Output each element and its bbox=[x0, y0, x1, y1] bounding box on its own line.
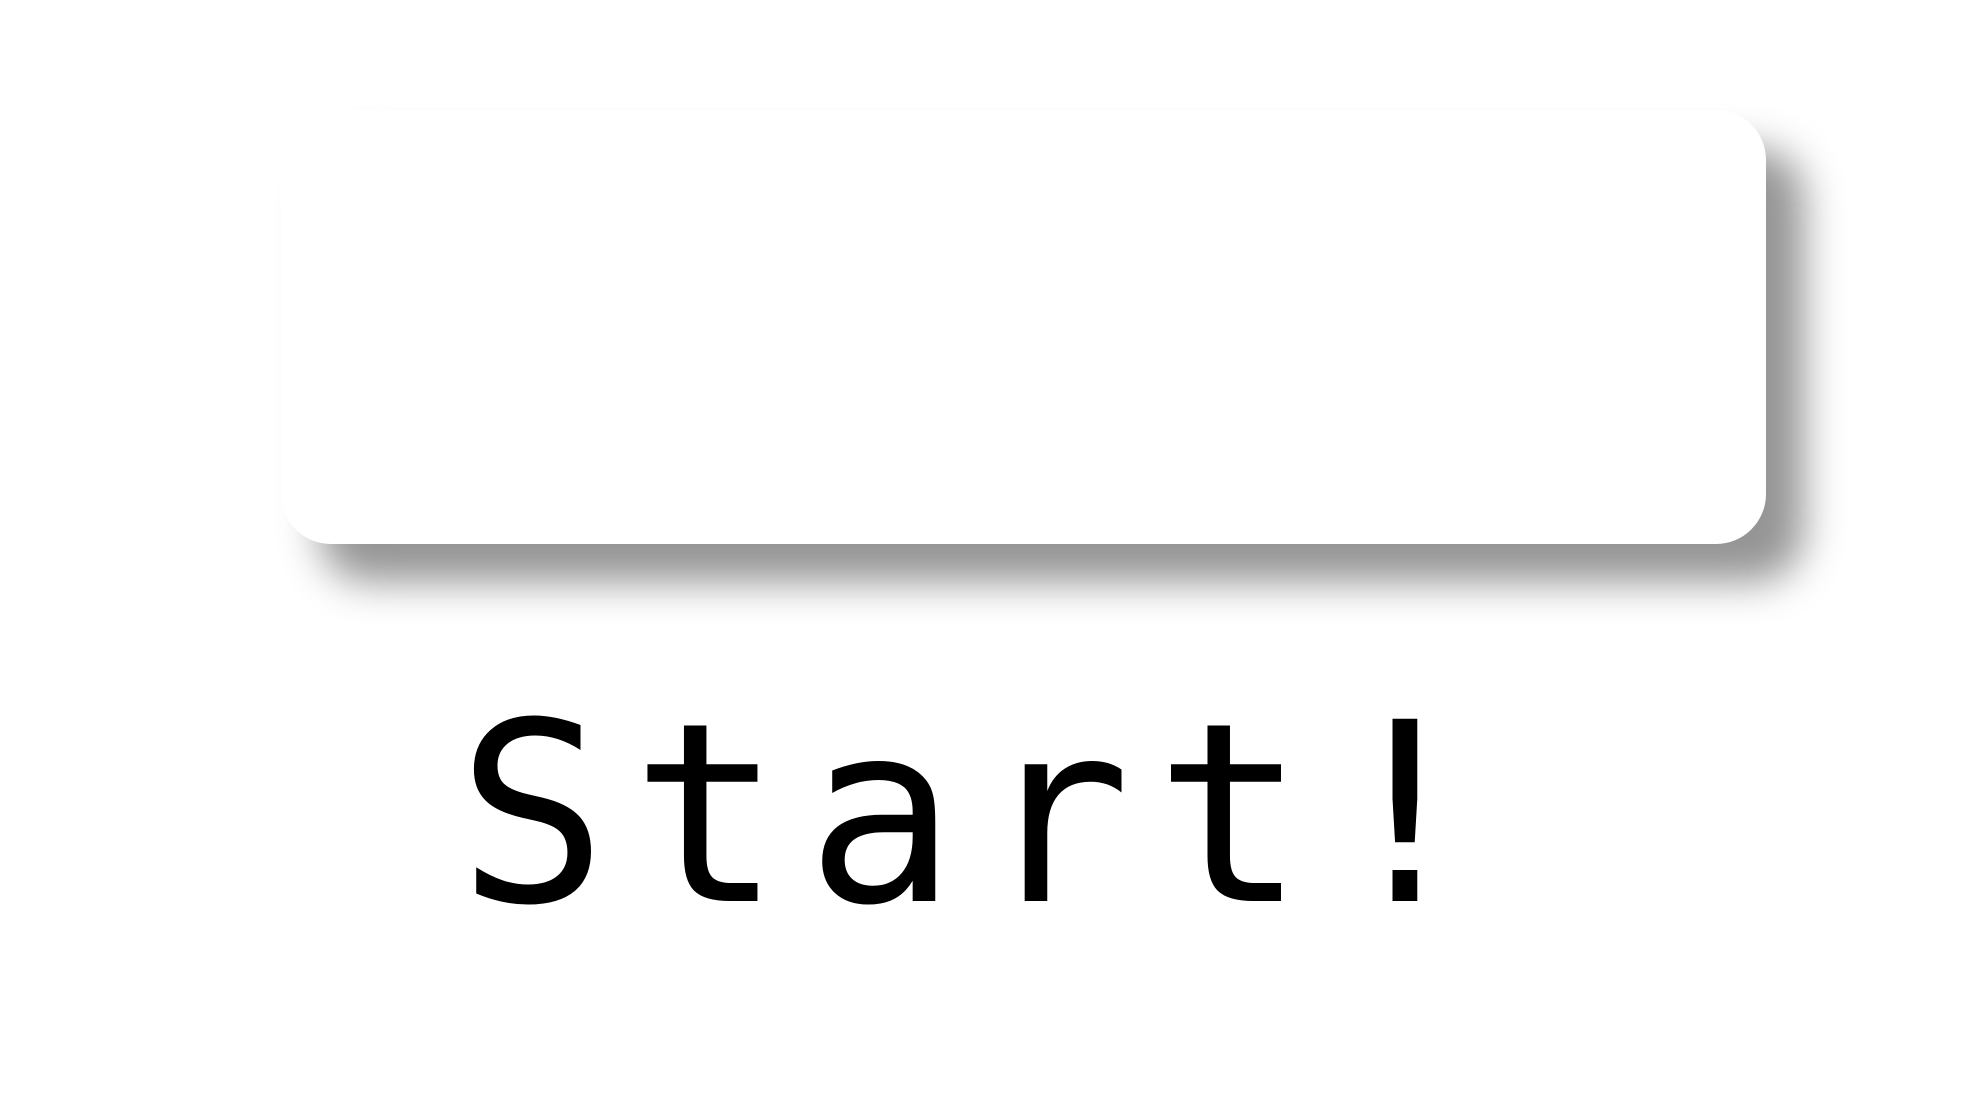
start-screen: Start! bbox=[0, 0, 1961, 1100]
start-button[interactable] bbox=[281, 110, 1766, 544]
start-label[interactable]: Start! bbox=[0, 690, 1961, 940]
